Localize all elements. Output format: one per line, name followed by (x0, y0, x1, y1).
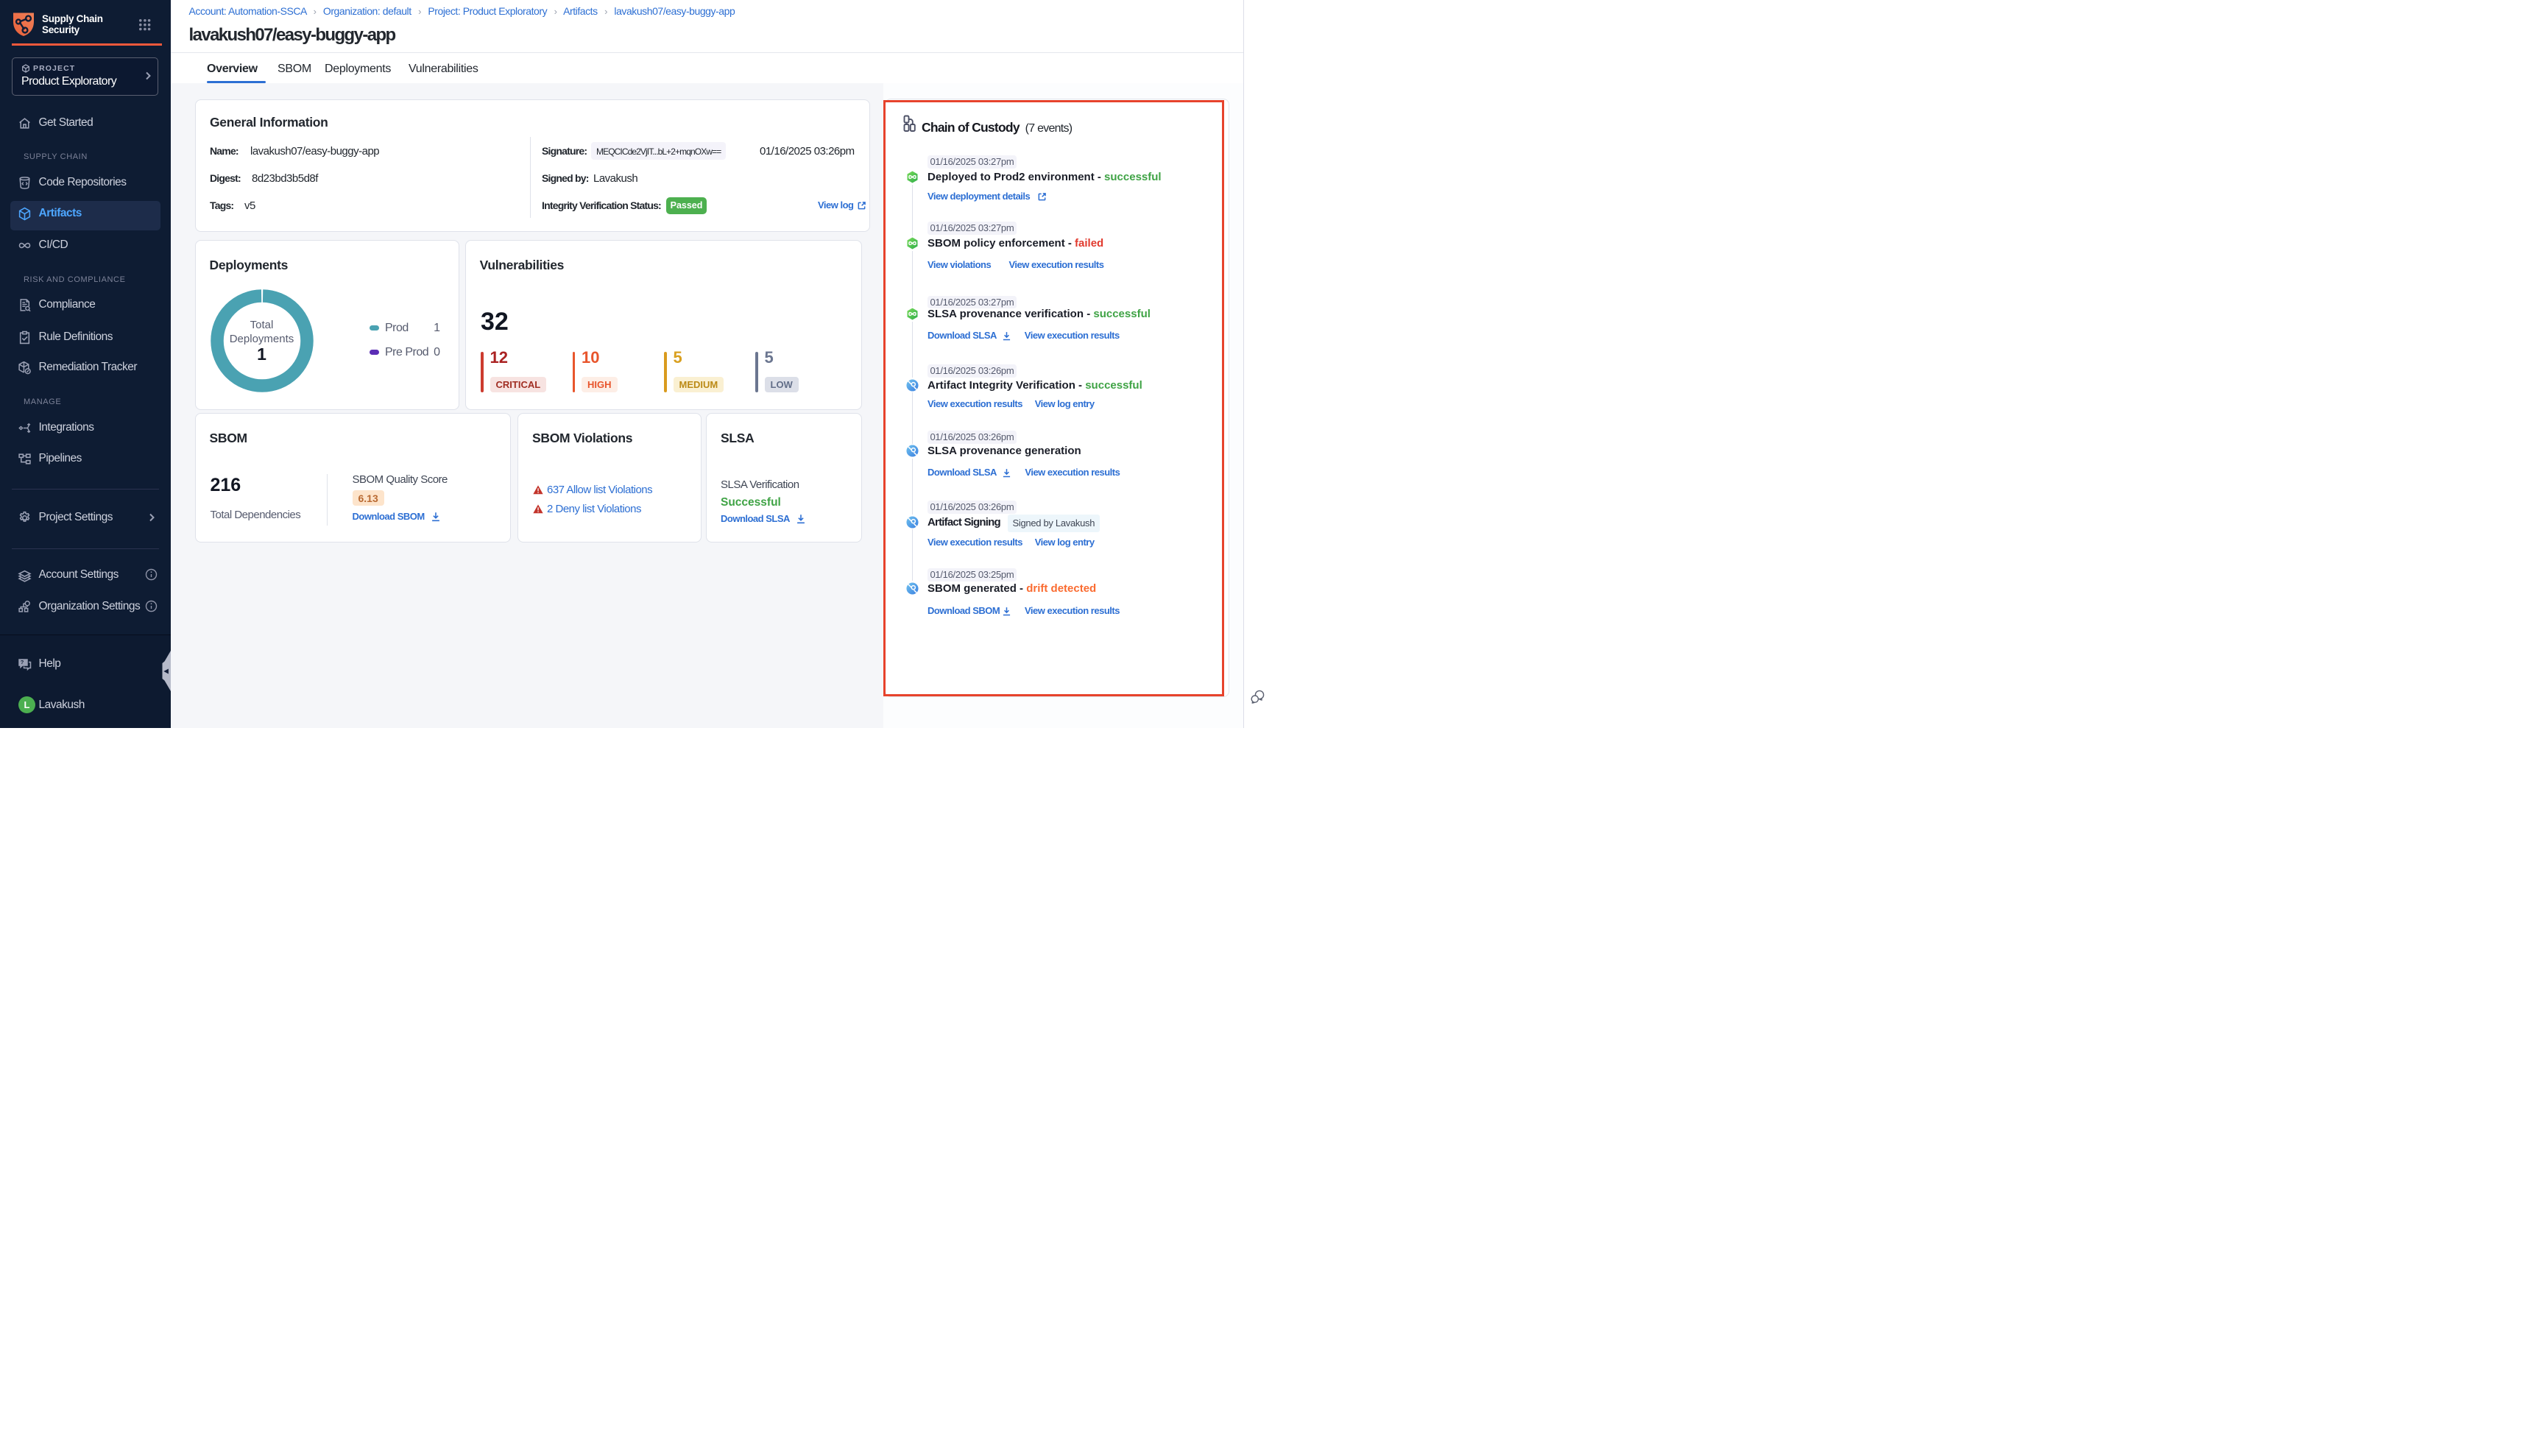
svg-text:?: ? (21, 659, 24, 665)
